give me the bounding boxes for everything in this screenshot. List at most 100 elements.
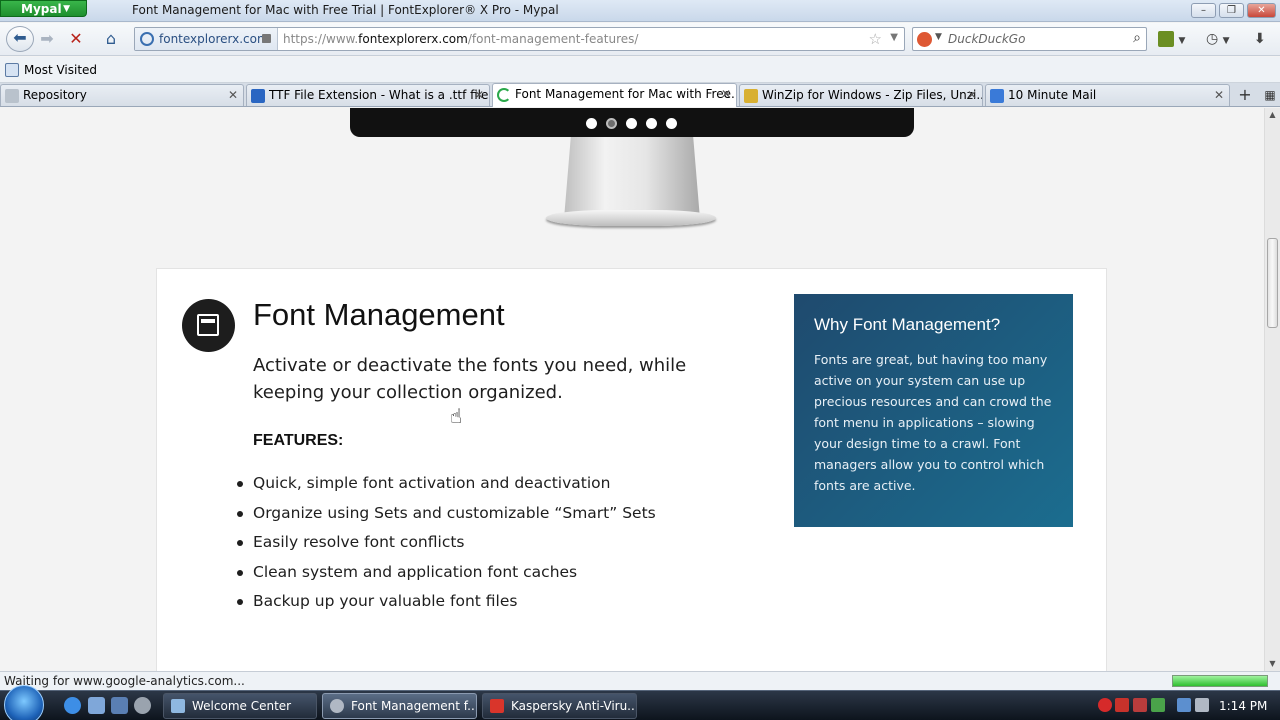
stop-icon: ✕ [69, 29, 83, 48]
forward-button[interactable]: ➡ [34, 28, 60, 50]
caret-down-icon: ▼ [63, 4, 70, 14]
slider-dot[interactable] [666, 118, 677, 129]
close-tab-icon[interactable]: ✕ [967, 85, 977, 106]
tab-label: 10 Minute Mail [1008, 88, 1097, 102]
minimize-button[interactable]: – [1191, 3, 1216, 18]
bookmark-label: Most Visited [24, 63, 98, 77]
plus-icon: + [1238, 85, 1252, 104]
taskbar-clock[interactable]: 1:14 PM [1219, 691, 1267, 720]
slider-dot[interactable] [626, 118, 637, 129]
task-mypal-browser[interactable]: Font Management f... [322, 693, 477, 719]
internet-explorer-icon[interactable] [64, 697, 81, 714]
list-item: Backup up your valuable font files [237, 587, 656, 617]
address-bar[interactable]: fontexplorerx.com https://www.fontexplor… [134, 27, 905, 51]
tab-label: Repository [23, 88, 87, 102]
bookmarks-toolbar: Most Visited [0, 57, 1280, 83]
security-tray-icon[interactable] [1133, 698, 1147, 712]
lead-paragraph: Activate or deactivate the fonts you nee… [253, 355, 687, 403]
task-welcome-center[interactable]: Welcome Center [163, 693, 317, 719]
hand-cursor-icon: ☝ [450, 404, 463, 428]
task-label: Font Management f... [351, 699, 477, 713]
close-tab-icon[interactable]: ✕ [474, 85, 484, 106]
bookmark-star-icon[interactable]: ☆ [869, 30, 882, 48]
home-button[interactable]: ⌂ [98, 28, 124, 50]
url-domain: fontexplorerx.com [358, 32, 468, 46]
caret-down-icon: ▼ [1178, 36, 1186, 46]
home-icon: ⌂ [105, 29, 117, 48]
kaspersky-tray-icon[interactable] [1115, 698, 1129, 712]
close-tab-icon[interactable]: ✕ [228, 85, 238, 106]
navigation-toolbar: ⬅ ➡ ✕ ⌂ fontexplorerx.com https://www.fo… [0, 23, 1280, 56]
tab-ttf-extension[interactable]: TTF File Extension - What is a .ttf file… [246, 84, 490, 106]
history-button[interactable]: ◷ ▼ [1206, 28, 1230, 50]
monitor-base [546, 210, 716, 226]
tab-repository[interactable]: Repository ✕ [0, 84, 244, 106]
task-kaspersky[interactable]: Kaspersky Anti-Viru... [482, 693, 637, 719]
bookmarks-menu-button[interactable]: ▼ [1158, 28, 1185, 50]
vertical-scrollbar[interactable]: ▲ ▼ [1264, 108, 1280, 671]
site-identity-label: fontexplorerx.com [159, 32, 269, 46]
search-engine-caret-icon[interactable]: ▼ [935, 32, 942, 42]
update-tray-icon[interactable] [1151, 698, 1165, 712]
stop-button[interactable]: ✕ [63, 28, 89, 50]
search-bar[interactable]: ▼ DuckDuckGo ⌕ [912, 27, 1147, 51]
loading-spinner-icon [497, 88, 511, 102]
start-button[interactable] [4, 685, 44, 720]
scroll-down-icon[interactable]: ▼ [1265, 657, 1280, 671]
search-icon[interactable]: ⌕ [1133, 30, 1141, 46]
list-item: Quick, simple font activation and deacti… [237, 469, 656, 499]
why-font-management-box: Why Font Management? Fonts are great, bu… [794, 294, 1073, 527]
window-title-bar: Mypal ▼ Font Management for Mac with Fre… [0, 0, 1280, 22]
features-heading: FEATURES: [253, 432, 344, 449]
windows-taskbar: Welcome Center Font Management f... Kasp… [0, 685, 1280, 720]
close-tab-icon[interactable]: ✕ [1214, 85, 1224, 106]
scroll-thumb[interactable] [1267, 238, 1278, 328]
status-bar: Waiting for www.google-analytics.com... [0, 671, 1280, 690]
font-box-icon [182, 299, 235, 352]
loading-progress-bar [1172, 675, 1268, 687]
list-item: Clean system and application font caches [237, 558, 656, 588]
close-window-button[interactable]: ✕ [1247, 3, 1276, 18]
sidebar-title: Why Font Management? [814, 315, 1001, 334]
downloads-button[interactable]: ⬇ [1254, 28, 1266, 50]
tab-strip: Repository ✕ TTF File Extension - What i… [0, 83, 1280, 107]
show-desktop-icon[interactable] [88, 697, 105, 714]
lock-icon [262, 34, 271, 43]
tab-10-minute-mail[interactable]: 10 Minute Mail ✕ [985, 84, 1230, 106]
bookmark-most-visited[interactable]: Most Visited [5, 62, 97, 78]
back-button[interactable]: ⬅ [6, 26, 34, 52]
download-arrow-icon: ⬇ [1254, 31, 1266, 47]
switch-windows-icon[interactable] [111, 697, 128, 714]
new-tab-button[interactable]: + [1235, 84, 1255, 106]
mypal-quicklaunch-icon[interactable] [134, 697, 151, 714]
bookmarks-icon [1158, 31, 1174, 47]
restore-button[interactable]: ❐ [1219, 3, 1244, 18]
close-tab-icon[interactable]: ✕ [721, 84, 731, 105]
search-placeholder: DuckDuckGo [948, 32, 1026, 46]
clock-icon: ◷ [1206, 31, 1219, 47]
alert-icon[interactable] [1098, 698, 1112, 712]
url-dropdown-icon[interactable]: ▼ [890, 32, 898, 43]
tab-label: Font Management for Mac with Free... [515, 87, 737, 101]
slider-dot-current[interactable] [606, 118, 617, 129]
network-icon[interactable] [1177, 698, 1191, 712]
page-icon [990, 89, 1004, 103]
caret-down-icon: ▼ [1222, 36, 1230, 46]
tab-font-management[interactable]: Font Management for Mac with Free... ✕ [492, 83, 737, 107]
slider-dot[interactable] [646, 118, 657, 129]
site-identity-button[interactable]: fontexplorerx.com [135, 28, 278, 50]
url-path: /font-management-features/ [467, 32, 639, 46]
back-arrow-icon: ⬅ [13, 28, 27, 47]
scroll-up-icon[interactable]: ▲ [1265, 108, 1280, 122]
url-text[interactable]: https://www.fontexplorerx.com/font-manag… [283, 28, 638, 50]
duckduckgo-icon[interactable] [917, 32, 932, 47]
app-menu-button[interactable]: Mypal ▼ [0, 0, 87, 17]
slider-pagination [586, 118, 686, 130]
url-prefix: https://www. [283, 32, 359, 46]
tab-label: TTF File Extension - What is a .ttf file… [269, 88, 490, 102]
volume-icon[interactable] [1195, 698, 1209, 712]
tab-winzip[interactable]: WinZip for Windows - Zip Files, Unzi... … [739, 84, 983, 106]
folder-icon [5, 63, 19, 77]
list-all-tabs-button[interactable]: ▦ [1261, 84, 1279, 106]
slider-dot[interactable] [586, 118, 597, 129]
